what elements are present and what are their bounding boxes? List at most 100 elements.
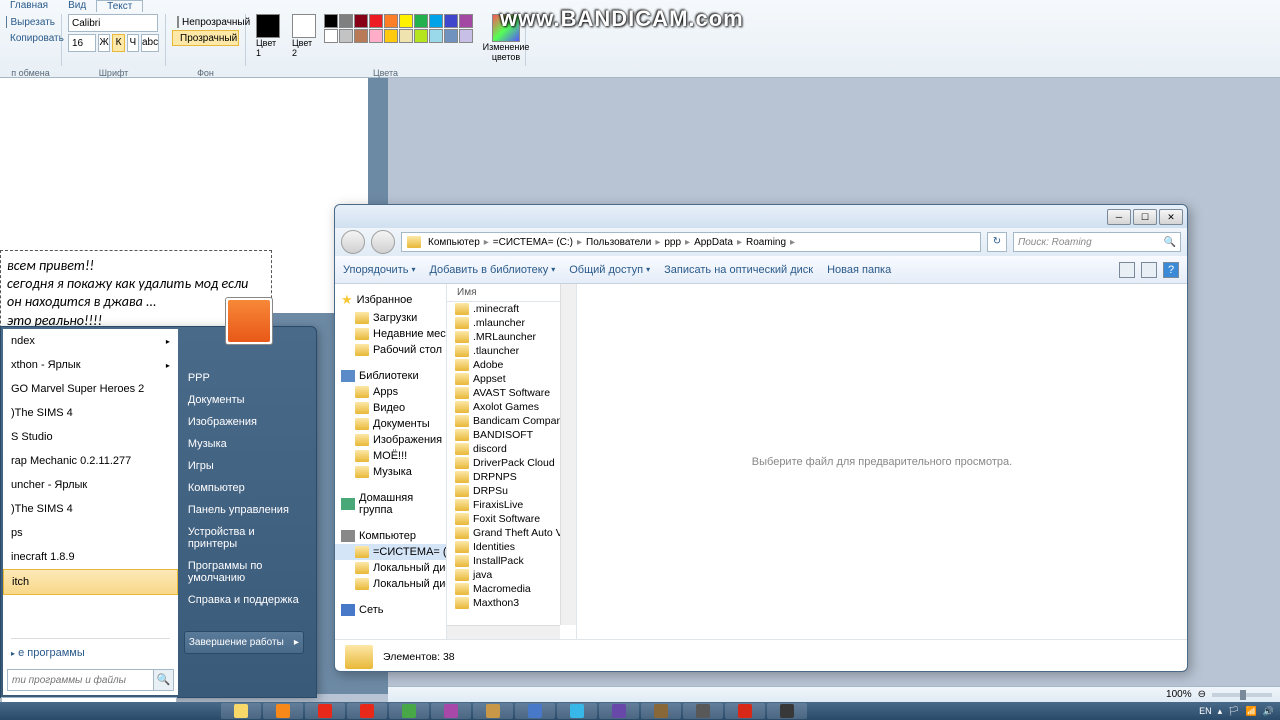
transparent-bg-button[interactable]: Прозрачный	[172, 30, 239, 46]
opaque-bg-button[interactable]: Непрозрачный	[172, 14, 239, 30]
organize-button[interactable]: Упорядочить ▾	[343, 264, 415, 276]
start-program-item[interactable]: S Studio	[3, 425, 178, 449]
add-to-library-button[interactable]: Добавить в библиотеку ▾	[429, 264, 555, 276]
forward-button[interactable]	[371, 230, 395, 254]
start-program-item[interactable]: )The SIMS 4	[3, 401, 178, 425]
column-name-header[interactable]: Имя	[447, 284, 576, 302]
nav-item[interactable]: Рабочий стол	[335, 342, 446, 358]
file-item[interactable]: FiraxisLive	[447, 498, 576, 512]
zoom-slider[interactable]	[1212, 693, 1272, 697]
nav-group-head[interactable]: Библиотеки	[335, 368, 446, 384]
cut-button[interactable]: Вырезать	[6, 14, 55, 30]
breadcrumb-segment[interactable]: Пользователи	[582, 237, 655, 248]
language-indicator[interactable]: EN	[1199, 706, 1212, 716]
file-item[interactable]: .minecraft	[447, 302, 576, 316]
taskbar-app[interactable]	[473, 703, 513, 719]
file-item[interactable]: AVAST Software	[447, 386, 576, 400]
color-swatch[interactable]	[384, 14, 398, 28]
nav-item[interactable]: =СИСТЕМА= (C:)	[335, 544, 446, 560]
tab-home[interactable]: Главная	[0, 0, 58, 12]
volume-icon[interactable]: 🔊	[1263, 706, 1274, 717]
explorer-search-box[interactable]: Поиск: Roaming 🔍	[1013, 232, 1181, 252]
start-place-item[interactable]: Игры	[184, 455, 310, 477]
taskbar-app[interactable]	[263, 703, 303, 719]
breadcrumb[interactable]: Компьютер▸=СИСТЕМА= (C:)▸Пользователи▸pp…	[401, 232, 981, 252]
start-place-item[interactable]: Музыка	[184, 433, 310, 455]
file-item[interactable]: Grand Theft Auto V	[447, 526, 576, 540]
color-swatch[interactable]	[354, 14, 368, 28]
user-avatar[interactable]	[225, 297, 273, 345]
view-mode-button[interactable]	[1119, 262, 1135, 278]
taskbar-app[interactable]	[305, 703, 345, 719]
share-button[interactable]: Общий доступ ▾	[569, 264, 650, 276]
file-item[interactable]: Foxit Software	[447, 512, 576, 526]
close-button[interactable]: ✕	[1159, 209, 1183, 225]
flag-icon[interactable]: 🏳	[1228, 706, 1239, 717]
network-icon[interactable]: 📶	[1246, 706, 1257, 717]
color-swatch[interactable]	[459, 14, 473, 28]
zoom-out-button[interactable]: ⊖	[1198, 689, 1206, 700]
breadcrumb-segment[interactable]: =СИСТЕМА= (C:)	[489, 237, 577, 248]
taskbar-app[interactable]	[683, 703, 723, 719]
file-item[interactable]: Axolot Games	[447, 400, 576, 414]
strike-button[interactable]: abc	[141, 34, 159, 52]
file-item[interactable]: Appset	[447, 372, 576, 386]
start-place-item[interactable]: Устройства и принтеры	[184, 521, 310, 555]
maximize-button[interactable]: ☐	[1133, 209, 1157, 225]
minimize-button[interactable]: ─	[1107, 209, 1131, 225]
file-item[interactable]: Identities	[447, 540, 576, 554]
tab-text[interactable]: Текст	[96, 0, 143, 12]
color1-button[interactable]: Цвет 1	[252, 14, 284, 58]
nav-item[interactable]: Видео	[335, 400, 446, 416]
nav-item[interactable]: Документы	[335, 416, 446, 432]
file-item[interactable]: .mlauncher	[447, 316, 576, 330]
window-titlebar[interactable]: ─ ☐ ✕	[335, 205, 1187, 228]
color-swatch[interactable]	[324, 29, 338, 43]
file-item[interactable]: .tlauncher	[447, 344, 576, 358]
nav-item[interactable]: Недавние места	[335, 326, 446, 342]
file-item[interactable]: DRPSu	[447, 484, 576, 498]
italic-button[interactable]: К	[112, 34, 124, 52]
color-swatch[interactable]	[399, 29, 413, 43]
taskbar-app[interactable]	[389, 703, 429, 719]
color-swatch[interactable]	[324, 14, 338, 28]
file-item[interactable]: InstallPack	[447, 554, 576, 568]
color-swatch[interactable]	[444, 29, 458, 43]
taskbar-app[interactable]	[431, 703, 471, 719]
taskbar-app[interactable]	[347, 703, 387, 719]
color-swatch[interactable]	[459, 29, 473, 43]
color-swatch[interactable]	[414, 29, 428, 43]
tray-chevron-icon[interactable]: ▴	[1218, 706, 1223, 717]
preview-pane-button[interactable]	[1141, 262, 1157, 278]
help-button[interactable]: ?	[1163, 262, 1179, 278]
nav-group-head[interactable]: Сеть	[335, 602, 446, 618]
refresh-button[interactable]: ↻	[987, 232, 1007, 252]
taskbar-app[interactable]	[599, 703, 639, 719]
taskbar-app[interactable]	[221, 703, 261, 719]
start-program-item[interactable]: xthon - Ярлык▸	[3, 353, 178, 377]
start-place-item[interactable]: Справка и поддержка	[184, 589, 310, 611]
start-place-item[interactable]: PPP	[184, 367, 310, 389]
color-swatch[interactable]	[429, 14, 443, 28]
font-size-select[interactable]	[68, 34, 96, 52]
nav-item[interactable]: Изображения	[335, 432, 446, 448]
start-program-item[interactable]: ndex▸	[3, 329, 178, 353]
all-programs-button[interactable]: ▸ е программы	[3, 641, 178, 665]
nav-item[interactable]: Локальный диск (E	[335, 576, 446, 592]
color-swatch[interactable]	[429, 29, 443, 43]
file-item[interactable]: discord	[447, 442, 576, 456]
color-swatch[interactable]	[384, 29, 398, 43]
shutdown-button[interactable]: Завершение работы▸	[184, 631, 304, 654]
start-place-item[interactable]: Документы	[184, 389, 310, 411]
taskbar-app[interactable]	[767, 703, 807, 719]
nav-group-head[interactable]: Домашняя группа	[335, 490, 446, 518]
taskbar-app[interactable]	[725, 703, 765, 719]
file-item[interactable]: BANDISOFT	[447, 428, 576, 442]
file-item[interactable]: Maxthon3	[447, 596, 576, 610]
start-search-input[interactable]	[8, 670, 153, 690]
color-swatch[interactable]	[354, 29, 368, 43]
start-program-item[interactable]: rap Mechanic 0.2.11.277	[3, 449, 178, 473]
start-place-item[interactable]: Компьютер	[184, 477, 310, 499]
taskbar-app[interactable]	[515, 703, 555, 719]
nav-item[interactable]: Загрузки	[335, 310, 446, 326]
